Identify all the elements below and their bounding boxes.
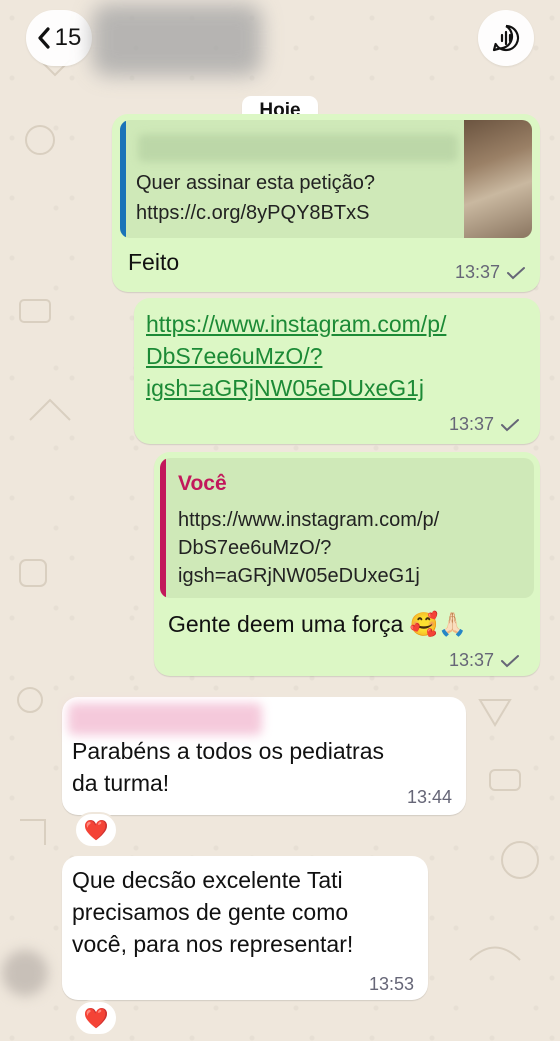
message-text: Que decsão excelente Tati precisamos de … xyxy=(72,864,353,960)
link-line: https://www.instagram.com/p/ xyxy=(146,311,447,337)
text-line: Que decsão excelente Tati xyxy=(72,867,343,893)
quote-line: https://www.instagram.com/p/ xyxy=(178,509,440,531)
text-line: você, para nos representar! xyxy=(72,931,354,957)
message-text: Feito xyxy=(128,249,180,275)
message-time: 13:53 xyxy=(368,974,414,994)
preview-title-redacted xyxy=(138,134,458,162)
message-outgoing-reply[interactable]: Você https://www.instagram.com/p/ DbS7ee… xyxy=(154,452,540,676)
message-time: 13:37 xyxy=(448,650,494,670)
text-line: Parabéns a todos os pediatras xyxy=(72,738,384,764)
link-preview-quote[interactable]: Quer assinar esta petição? https://c.org… xyxy=(120,120,532,238)
sent-check-icon xyxy=(501,418,519,431)
message-incoming[interactable]: Que decsão excelente Tati precisamos de … xyxy=(62,856,428,1000)
contact-name-redacted[interactable] xyxy=(92,4,262,76)
reaction-heart[interactable]: ❤️ xyxy=(74,812,118,848)
message-meta: 13:44 xyxy=(407,787,452,808)
link-line: igsh=aGRjNW05eDUxeG1j xyxy=(146,375,425,401)
unread-count: 15 xyxy=(54,24,82,51)
reply-quote[interactable]: Você https://www.instagram.com/p/ DbS7ee… xyxy=(160,458,534,598)
link-line: DbS7ee6uMzO/? xyxy=(146,343,323,369)
chat-header: 15 xyxy=(0,0,560,86)
message-meta: 13:37 xyxy=(449,650,520,671)
message-time: 13:37 xyxy=(454,262,500,282)
sender-avatar-redacted[interactable] xyxy=(2,950,48,996)
message-text: Gente deem uma força 🥰🙏🏻 xyxy=(168,611,467,637)
message-outgoing[interactable]: Quer assinar esta petição? https://c.org… xyxy=(112,114,540,292)
instagram-link[interactable]: https://www.instagram.com/p/ DbS7ee6uMzO… xyxy=(146,308,446,404)
chevron-left-icon xyxy=(38,27,50,49)
quote-bar xyxy=(160,458,166,598)
text-line: precisamos de gente como xyxy=(72,899,349,925)
message-time: 13:37 xyxy=(448,414,494,434)
quote-author: Você xyxy=(178,472,227,495)
message-outgoing[interactable]: https://www.instagram.com/p/ DbS7ee6uMzO… xyxy=(134,298,540,444)
sender-name-redacted xyxy=(68,703,262,735)
message-meta: 13:37 xyxy=(449,414,520,435)
preview-url: https://c.org/8yPQY8BTxS xyxy=(136,202,370,224)
voice-chat-button[interactable] xyxy=(478,10,534,66)
message-meta: 13:53 xyxy=(369,974,414,995)
heart-icon: ❤️ xyxy=(83,819,109,842)
reaction-heart[interactable]: ❤️ xyxy=(74,1000,118,1036)
message-incoming[interactable]: Parabéns a todos os pediatras da turma! … xyxy=(62,697,466,815)
voice-chat-icon xyxy=(492,24,520,52)
quote-line: DbS7ee6uMzO/? xyxy=(178,537,332,559)
message-time: 13:44 xyxy=(406,787,452,807)
sent-check-icon xyxy=(507,266,525,279)
message-meta: 13:37 xyxy=(455,262,526,283)
back-button[interactable]: 15 xyxy=(26,10,92,66)
text-line: da turma! xyxy=(72,770,170,796)
heart-icon: ❤️ xyxy=(83,1007,109,1030)
quote-line: igsh=aGRjNW05eDUxeG1j xyxy=(178,565,420,587)
quote-bar xyxy=(120,120,126,238)
preview-description: Quer assinar esta petição? xyxy=(136,172,376,194)
preview-thumbnail xyxy=(464,120,532,238)
sent-check-icon xyxy=(501,654,519,667)
message-text: Parabéns a todos os pediatras da turma! xyxy=(72,735,384,799)
quote-text: https://www.instagram.com/p/ DbS7ee6uMzO… xyxy=(178,506,439,590)
